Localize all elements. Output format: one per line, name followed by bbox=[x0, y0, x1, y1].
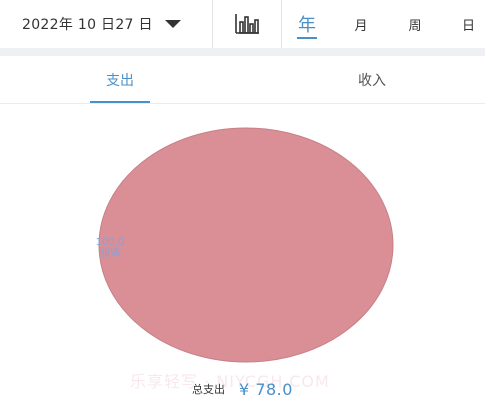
period-tab-day[interactable]: 日 bbox=[452, 0, 485, 48]
tab-underline bbox=[90, 101, 150, 103]
bar-chart-icon bbox=[235, 14, 259, 34]
date-selector[interactable]: 2022年 10 日27 日 bbox=[0, 0, 212, 48]
tab-income[interactable]: 收入 bbox=[312, 56, 432, 104]
slice-label: 100.0 服饰 bbox=[88, 237, 132, 259]
total-summary: 总支出 ¥ 78.0 bbox=[0, 378, 485, 400]
caret-down-icon bbox=[165, 20, 181, 28]
divider bbox=[281, 0, 282, 48]
pie-chart: 100.0 服饰 bbox=[0, 105, 485, 375]
type-tabs: 支出 收入 bbox=[0, 56, 485, 104]
period-tab-month[interactable]: 月 bbox=[343, 0, 379, 48]
pie-slice[interactable] bbox=[98, 127, 394, 363]
period-underline bbox=[297, 37, 317, 39]
tab-expense[interactable]: 支出 bbox=[60, 56, 180, 104]
period-tab-year[interactable]: 年 bbox=[287, 0, 327, 48]
date-label: 2022年 10 日27 日 bbox=[22, 17, 153, 33]
top-bar: 2022年 10 日27 日 年 月 周 日 bbox=[0, 0, 485, 48]
slice-category: 服饰 bbox=[100, 248, 120, 259]
total-value: ¥ 78.0 bbox=[239, 379, 293, 399]
separator bbox=[0, 48, 485, 56]
pie-svg bbox=[98, 127, 394, 363]
period-tab-week[interactable]: 周 bbox=[397, 0, 433, 48]
total-label: 总支出 bbox=[192, 383, 226, 396]
chart-toggle-button[interactable] bbox=[213, 0, 281, 48]
slice-value: 100.0 bbox=[95, 237, 125, 248]
